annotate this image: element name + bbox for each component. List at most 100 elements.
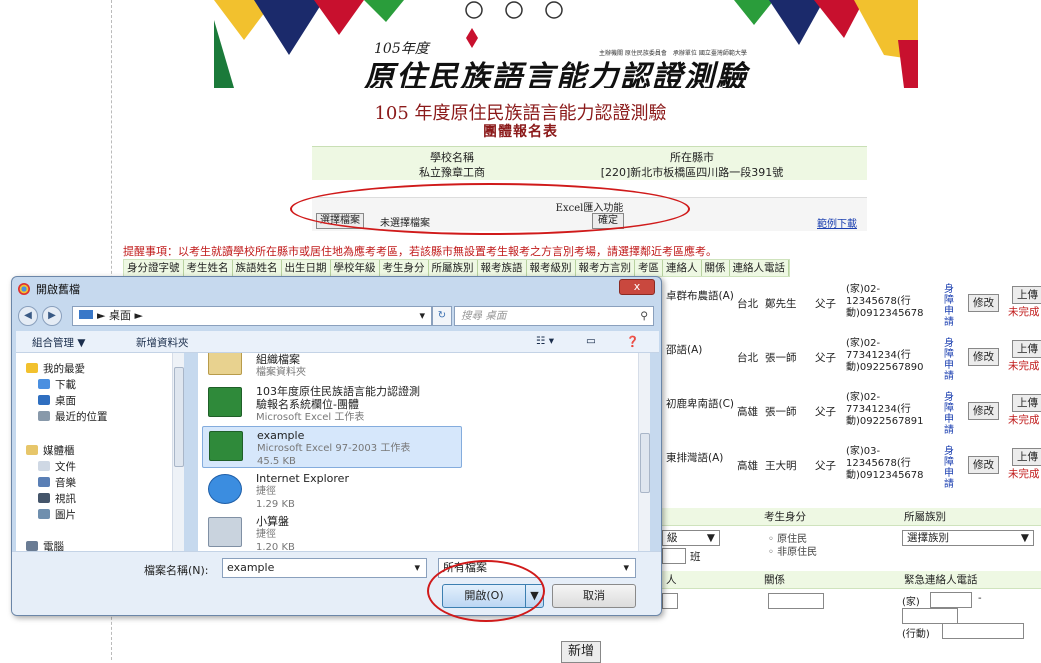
event-banner: 105年度 主辦機關 原住民族委員會 承辦單位 國立臺灣師範大學 原住民族語言能… — [214, 0, 918, 88]
nav-label: 圖片 — [55, 509, 76, 521]
chrome-icon — [18, 283, 30, 295]
recent-places-icon — [38, 411, 50, 421]
nav-recent[interactable]: 最近的位置 — [38, 409, 108, 424]
nav-documents[interactable]: 文件 — [38, 459, 76, 474]
forward-icon[interactable]: ▶ — [42, 306, 62, 326]
file-item-selected[interactable]: example Microsoft Excel 97-2003 工作表 45.5… — [202, 426, 462, 468]
nav-computer[interactable]: 電腦 — [26, 539, 64, 551]
file-item[interactable]: 組織檔案 檔案資料夾 — [202, 353, 462, 383]
col-header: 考區 — [635, 260, 663, 276]
row-disability-link[interactable]: 身障申請 — [944, 446, 956, 490]
view-options-icon[interactable]: ☷ ▾ — [536, 335, 554, 347]
row-disability-link[interactable]: 身障申請 — [944, 284, 956, 328]
col-header: 報考方言別 — [576, 260, 635, 276]
home-phone-label: (家) — [902, 597, 920, 608]
form-identity-header: 考生身分 — [760, 508, 900, 526]
row-edit-button[interactable]: 修改 — [968, 294, 999, 312]
filename-input[interactable]: example ▾ — [222, 558, 427, 578]
nav-pictures[interactable]: 圖片 — [38, 507, 76, 522]
cancel-button[interactable]: 取消 — [552, 584, 636, 608]
contact-input[interactable] — [662, 593, 678, 609]
row-edit-button[interactable]: 修改 — [968, 348, 999, 366]
filename-label: 檔案名稱(N): — [144, 564, 209, 577]
row-relation: 父子 — [815, 460, 836, 472]
organize-menu[interactable]: 組合管理 ▼ — [32, 335, 85, 350]
row-phone: (家)03-12345678(行動)0912345678 — [846, 446, 924, 481]
file-item[interactable]: 103年度原住民族語言能力認證測 驗報名系統欄位-團體 Microsoft Ex… — [202, 383, 462, 425]
col-header: 連絡人 — [663, 260, 702, 276]
file-scrollbar[interactable] — [638, 353, 650, 551]
row-upload-button[interactable]: 上傳 — [1012, 394, 1041, 412]
row-dialect: 初鹿卑南語(C) — [666, 398, 735, 410]
row-disability-link[interactable]: 身障申請 — [944, 338, 956, 382]
dialog-titlebar[interactable]: 開啟舊檔 x — [12, 277, 661, 301]
mobile-number-input[interactable] — [942, 623, 1024, 639]
scroll-thumb[interactable] — [640, 433, 650, 493]
row-upload-button[interactable]: 上傳 — [1012, 448, 1041, 466]
desktop-icon — [38, 395, 50, 405]
form-grade-header — [662, 508, 760, 526]
row-dialect: 邵語(A) — [666, 344, 703, 356]
music-icon — [38, 477, 50, 487]
home-number-input[interactable] — [902, 608, 958, 624]
nav-favorites[interactable]: 我的最愛 — [26, 361, 85, 376]
form-tribe-header: 所屬族別 — [900, 508, 1041, 526]
col-header: 關係 — [702, 260, 730, 276]
search-input[interactable]: 搜尋 桌面 ⚲ — [454, 306, 654, 326]
file-name: Internet Explorer — [256, 472, 349, 485]
refresh-icon[interactable]: ↻ — [432, 306, 452, 326]
preview-pane-icon[interactable]: ▭ — [586, 335, 596, 347]
row-relation: 父子 — [815, 298, 836, 310]
class-suffix: 班 — [690, 551, 701, 563]
tribe-select[interactable]: 選擇族別 ▼ — [902, 530, 1034, 546]
school-city-value: [220]新北市板橋區四川路一段391號 — [600, 166, 784, 179]
identity-radio-non-aboriginal[interactable]: ◦ 非原住民 — [768, 543, 817, 558]
row-contact: 鄭先生 — [765, 298, 797, 310]
table-header: 身分證字號 考生姓名 族語姓名 出生日期 學校年級 考生身分 所屬族別 報考族語… — [123, 259, 790, 277]
calculator-icon — [208, 517, 242, 547]
col-header: 族語姓名 — [233, 260, 282, 276]
new-folder-button[interactable]: 新增資料夾 — [136, 335, 189, 350]
grade-select[interactable]: 級 ▼ — [662, 530, 720, 546]
file-type: Microsoft Excel 97-2003 工作表 — [257, 443, 411, 454]
nav-videos[interactable]: 視訊 — [38, 491, 76, 506]
nav-scrollbar[interactable] — [172, 353, 184, 551]
home-area-code-input[interactable] — [930, 592, 972, 608]
search-icon: ⚲ — [640, 310, 648, 322]
sample-download-link[interactable]: 範例下載 — [817, 215, 857, 230]
scroll-thumb[interactable] — [174, 367, 184, 467]
folder-icon — [79, 310, 93, 319]
file-name: example — [257, 429, 305, 442]
file-size: 45.5 KB — [257, 456, 296, 467]
file-item[interactable]: Internet Explorer 捷徑 1.29 KB — [202, 470, 462, 512]
row-edit-button[interactable]: 修改 — [968, 456, 999, 474]
reminder-text: 提醒事項：以考生就讀學校所在縣市或居住地為應考考區，若該縣市無設置考生報考之方言… — [123, 245, 717, 258]
navigation-pane: 我的最愛 下載 桌面 最近的位置 媒體櫃 文件 音樂 視訊 圖片 電腦 — [16, 353, 184, 551]
tribe-select-value: 選擇族別 — [907, 532, 949, 544]
identity-option-label: 非原住民 — [777, 547, 818, 558]
row-contact: 王大明 — [765, 460, 797, 472]
row-upload-button[interactable]: 上傳 — [1012, 286, 1041, 304]
nav-desktop[interactable]: 桌面 — [38, 393, 76, 408]
nav-downloads[interactable]: 下載 — [38, 377, 76, 392]
class-input[interactable] — [662, 548, 686, 564]
back-icon[interactable]: ◀ — [18, 306, 38, 326]
file-name: 小算盤 — [256, 515, 289, 528]
picture-icon — [38, 509, 50, 519]
address-bar[interactable]: ► 桌面 ► ▾ — [72, 306, 432, 326]
row-disability-link[interactable]: 身障申請 — [944, 392, 956, 436]
school-city-header: 所在縣市 — [670, 151, 714, 164]
excel-file-icon — [208, 387, 242, 417]
row-edit-button[interactable]: 修改 — [968, 402, 999, 420]
help-icon[interactable]: ❓ — [626, 335, 639, 348]
file-item[interactable]: 小算盤 捷徑 1.20 KB — [202, 513, 462, 551]
nav-label: 文件 — [55, 461, 76, 473]
col-header: 報考族語 — [478, 260, 527, 276]
row-relation: 父子 — [815, 352, 836, 364]
row-upload-button[interactable]: 上傳 — [1012, 340, 1041, 358]
chevron-down-icon: ▾ — [623, 561, 629, 574]
relation-input[interactable] — [768, 593, 824, 609]
nav-libraries[interactable]: 媒體櫃 — [26, 443, 75, 458]
close-button[interactable]: x — [619, 279, 655, 295]
nav-music[interactable]: 音樂 — [38, 475, 76, 490]
